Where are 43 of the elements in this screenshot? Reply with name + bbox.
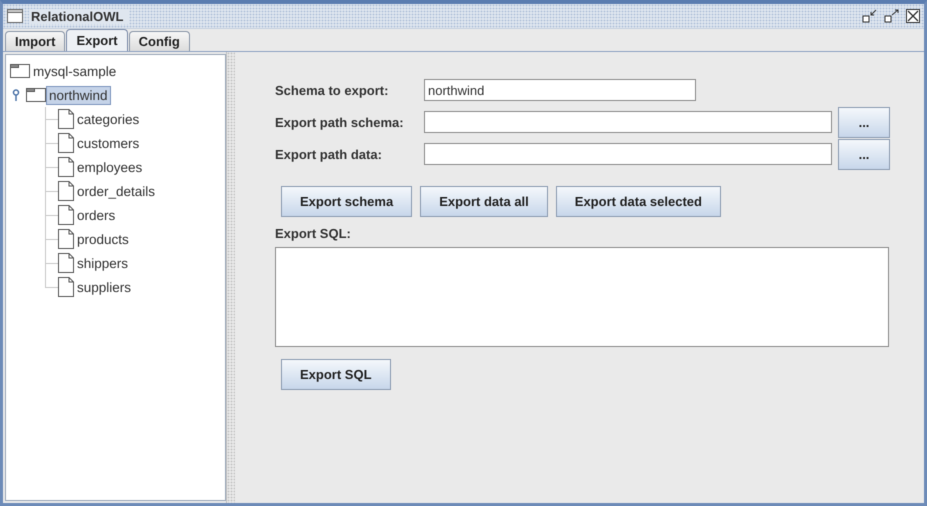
document-icon bbox=[58, 181, 74, 201]
export-button[interactable]: Export schema bbox=[281, 186, 412, 217]
document-icon bbox=[58, 157, 74, 177]
window-icon bbox=[7, 9, 23, 23]
tab[interactable]: Config bbox=[128, 31, 190, 51]
tree-item[interactable]: shippers bbox=[74, 254, 132, 272]
tree-item[interactable]: northwind bbox=[46, 86, 111, 104]
export-button[interactable]: Export data all bbox=[420, 186, 548, 217]
minimize-icon[interactable] bbox=[862, 9, 878, 23]
tree-item[interactable]: employees bbox=[74, 158, 146, 176]
text-field[interactable] bbox=[424, 111, 832, 133]
document-icon bbox=[58, 253, 74, 273]
export-sql-button[interactable]: Export SQL bbox=[281, 359, 391, 390]
tab[interactable]: Export bbox=[66, 29, 128, 51]
text-field[interactable]: northwind bbox=[424, 79, 696, 101]
tree-item[interactable]: products bbox=[74, 230, 132, 248]
text-field[interactable] bbox=[424, 143, 832, 165]
document-icon bbox=[58, 277, 74, 297]
sql-label: Export SQL: bbox=[275, 226, 352, 241]
browse-button[interactable]: ... bbox=[838, 138, 890, 170]
tree-item[interactable]: mysql-sample bbox=[30, 62, 120, 80]
document-icon bbox=[58, 229, 74, 249]
tree-item[interactable]: suppliers bbox=[74, 278, 134, 296]
field-label: Export path schema: bbox=[275, 114, 405, 130]
tree-item[interactable]: order_details bbox=[74, 182, 158, 200]
folder-icon bbox=[26, 88, 46, 102]
field-label: Schema to export: bbox=[275, 82, 390, 98]
expand-handle-icon[interactable] bbox=[12, 89, 20, 101]
tree-item[interactable]: customers bbox=[74, 134, 142, 152]
tab[interactable]: Import bbox=[5, 31, 66, 51]
document-icon bbox=[58, 109, 74, 129]
browse-button[interactable]: ... bbox=[838, 106, 890, 138]
document-icon bbox=[58, 133, 74, 153]
export-button[interactable]: Export data selected bbox=[556, 186, 721, 217]
window-title: RelationalOWL bbox=[29, 8, 130, 24]
close-icon[interactable] bbox=[906, 9, 920, 23]
maximize-icon[interactable] bbox=[884, 9, 900, 23]
folder-icon bbox=[10, 64, 30, 78]
field-label: Export path data: bbox=[275, 146, 383, 162]
tree-item[interactable]: categories bbox=[74, 110, 142, 128]
sql-text-area[interactable] bbox=[275, 247, 889, 347]
tree-item[interactable]: orders bbox=[74, 206, 118, 224]
document-icon bbox=[58, 205, 74, 225]
